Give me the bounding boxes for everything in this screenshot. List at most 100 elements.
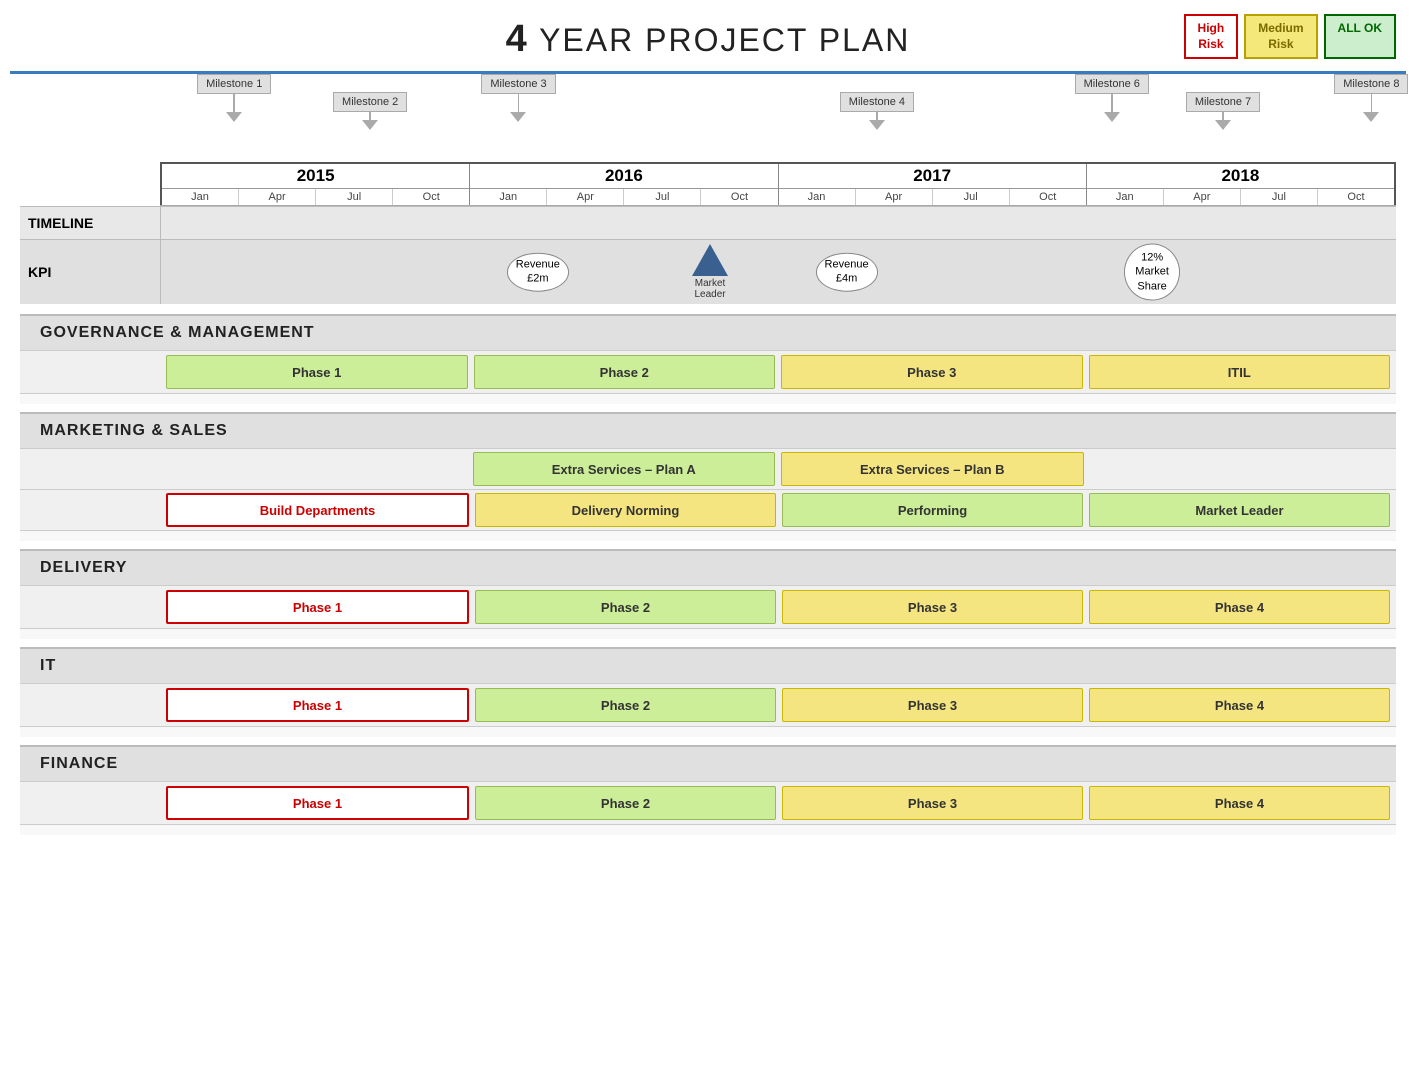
milestone-2-arrow xyxy=(362,120,378,130)
month-2016-jul: Jul xyxy=(624,189,701,205)
finance-phase-3: Phase 3 xyxy=(782,786,1083,820)
milestone-7: Milestone 7 xyxy=(1186,92,1260,130)
finance-phase-1: Phase 1 xyxy=(166,786,469,820)
year-2017-months: Jan Apr Jul Oct xyxy=(779,189,1086,205)
governance-itil: ITIL xyxy=(1089,355,1391,389)
section-gap-1 xyxy=(20,304,1396,314)
month-2016-oct: Oct xyxy=(701,189,777,205)
marketing-extra-b: Extra Services – Plan B xyxy=(781,452,1084,486)
month-2018-jul: Jul xyxy=(1241,189,1318,205)
milestone-3-stem xyxy=(518,94,520,112)
marketing-spacer-2 xyxy=(20,493,160,527)
month-2017-jan: Jan xyxy=(779,189,856,205)
governance-spacer xyxy=(20,355,160,389)
year-2015-block: 2015 Jan Apr Jul Oct xyxy=(160,164,469,205)
delivery-phase-3: Phase 3 xyxy=(782,590,1083,624)
page-header: 4 YEAR PROJECT PLAN HighRisk MediumRisk … xyxy=(0,0,1416,71)
title-text: YEAR PROJECT PLAN xyxy=(529,22,911,58)
legend-medium-risk: MediumRisk xyxy=(1244,14,1317,59)
milestone-4-stem xyxy=(876,112,878,120)
marketing-phases-1: Extra Services – Plan A Extra Services –… xyxy=(160,452,1396,486)
marketing-spacer-1 xyxy=(20,452,160,486)
finance-header: FINANCE xyxy=(20,745,1396,781)
kpi-market-leader-triangle xyxy=(692,244,728,276)
it-spacer xyxy=(20,688,160,722)
timeline-label: TIMELINE xyxy=(20,211,160,235)
month-2015-oct: Oct xyxy=(393,189,469,205)
year-month-header: 2015 Jan Apr Jul Oct 2016 Jan Apr Jul Oc… xyxy=(20,162,1396,206)
marketing-delivery-norming: Delivery Norming xyxy=(475,493,776,527)
delivery-phases: Phase 1 Phase 2 Phase 3 Phase 4 xyxy=(160,590,1396,624)
it-phase-row: Phase 1 Phase 2 Phase 3 Phase 4 xyxy=(20,683,1396,727)
milestone-6-arrow xyxy=(1104,112,1120,122)
milestone-1-label: Milestone 1 xyxy=(197,74,271,94)
milestone-6: Milestone 6 xyxy=(1075,74,1149,122)
marketing-header: MARKETING & SALES xyxy=(20,412,1396,448)
milestone-6-label: Milestone 6 xyxy=(1075,74,1149,94)
month-2015-jul: Jul xyxy=(316,189,393,205)
section-gap-2 xyxy=(20,404,1396,412)
finance-spacer xyxy=(20,786,160,820)
milestone-1: Milestone 1 xyxy=(197,74,271,122)
governance-phase-2: Phase 2 xyxy=(474,355,776,389)
kpi-market-leader-label: MarketLeader xyxy=(694,278,725,300)
governance-phase-1: Phase 1 xyxy=(166,355,468,389)
milestone-2-label: Milestone 2 xyxy=(333,92,407,112)
milestone-1-arrow xyxy=(226,112,242,122)
finance-phase-2: Phase 2 xyxy=(475,786,776,820)
milestone-1-stem xyxy=(233,94,235,112)
kpi-revenue-2m-shape: Revenue£2m xyxy=(507,253,569,292)
finance-phases: Phase 1 Phase 2 Phase 3 Phase 4 xyxy=(160,786,1396,820)
delivery-phase-1: Phase 1 xyxy=(166,590,469,624)
milestone-3: Milestone 3 xyxy=(481,74,555,122)
year-2017-block: 2017 Jan Apr Jul Oct xyxy=(778,164,1086,205)
kpi-market-leader: MarketLeader xyxy=(692,244,728,300)
year-2017-label: 2017 xyxy=(779,164,1086,189)
milestone-8-arrow xyxy=(1363,112,1379,122)
kpi-market-share-shape: 12%MarketShare xyxy=(1124,244,1180,301)
marketing-row-1: Extra Services – Plan A Extra Services –… xyxy=(20,448,1396,489)
kpi-market-share: 12%MarketShare xyxy=(1124,244,1180,301)
year-2015-months: Jan Apr Jul Oct xyxy=(162,189,469,205)
it-header: IT xyxy=(20,647,1396,683)
years-row: 2015 Jan Apr Jul Oct 2016 Jan Apr Jul Oc… xyxy=(160,162,1396,206)
month-2018-oct: Oct xyxy=(1318,189,1394,205)
governance-header: GOVERNANCE & MANAGEMENT xyxy=(20,314,1396,350)
section-gap-3 xyxy=(20,541,1396,549)
title-number: 4 xyxy=(506,18,529,60)
it-phase-1: Phase 1 xyxy=(166,688,469,722)
year-2018-label: 2018 xyxy=(1087,164,1394,189)
month-2015-apr: Apr xyxy=(239,189,316,205)
milestone-7-stem xyxy=(1222,112,1224,120)
marketing-build-dept: Build Departments xyxy=(166,493,469,527)
legend-high-risk: HighRisk xyxy=(1184,14,1239,59)
delivery-header: DELIVERY xyxy=(20,549,1396,585)
milestone-4: Milestone 4 xyxy=(840,92,914,130)
milestone-area-wrapper: Milestone 1 Milestone 2 Milestone 3 Mile… xyxy=(20,74,1396,162)
milestone-3-arrow xyxy=(510,112,526,122)
marketing-gap xyxy=(20,531,1396,541)
marketing-performing: Performing xyxy=(782,493,1083,527)
it-phases: Phase 1 Phase 2 Phase 3 Phase 4 xyxy=(160,688,1396,722)
delivery-phase-4: Phase 4 xyxy=(1089,590,1390,624)
month-2017-apr: Apr xyxy=(856,189,933,205)
kpi-row: KPI Revenue£2m MarketLeader Revenue£4m 1… xyxy=(20,239,1396,304)
kpi-revenue-4m-shape: Revenue£4m xyxy=(816,253,878,292)
timeline-cells xyxy=(160,207,1396,239)
delivery-gap xyxy=(20,629,1396,639)
milestone-4-label: Milestone 4 xyxy=(840,92,914,112)
kpi-revenue-2m: Revenue£2m xyxy=(507,253,569,292)
marketing-empty-1 xyxy=(166,452,467,486)
milestone-area: Milestone 1 Milestone 2 Milestone 3 Mile… xyxy=(160,74,1396,162)
page-title: 4 YEAR PROJECT PLAN xyxy=(506,18,911,61)
governance-phase-3: Phase 3 xyxy=(781,355,1083,389)
marketing-phases-2: Build Departments Delivery Norming Perfo… xyxy=(160,493,1396,527)
milestone-7-arrow xyxy=(1215,120,1231,130)
month-2016-jan: Jan xyxy=(470,189,547,205)
milestone-4-arrow xyxy=(869,120,885,130)
year-2016-label: 2016 xyxy=(470,164,777,189)
kpi-label: KPI xyxy=(20,260,160,284)
month-2016-apr: Apr xyxy=(547,189,624,205)
marketing-row-2: Build Departments Delivery Norming Perfo… xyxy=(20,489,1396,531)
milestone-8-label: Milestone 8 xyxy=(1334,74,1408,94)
